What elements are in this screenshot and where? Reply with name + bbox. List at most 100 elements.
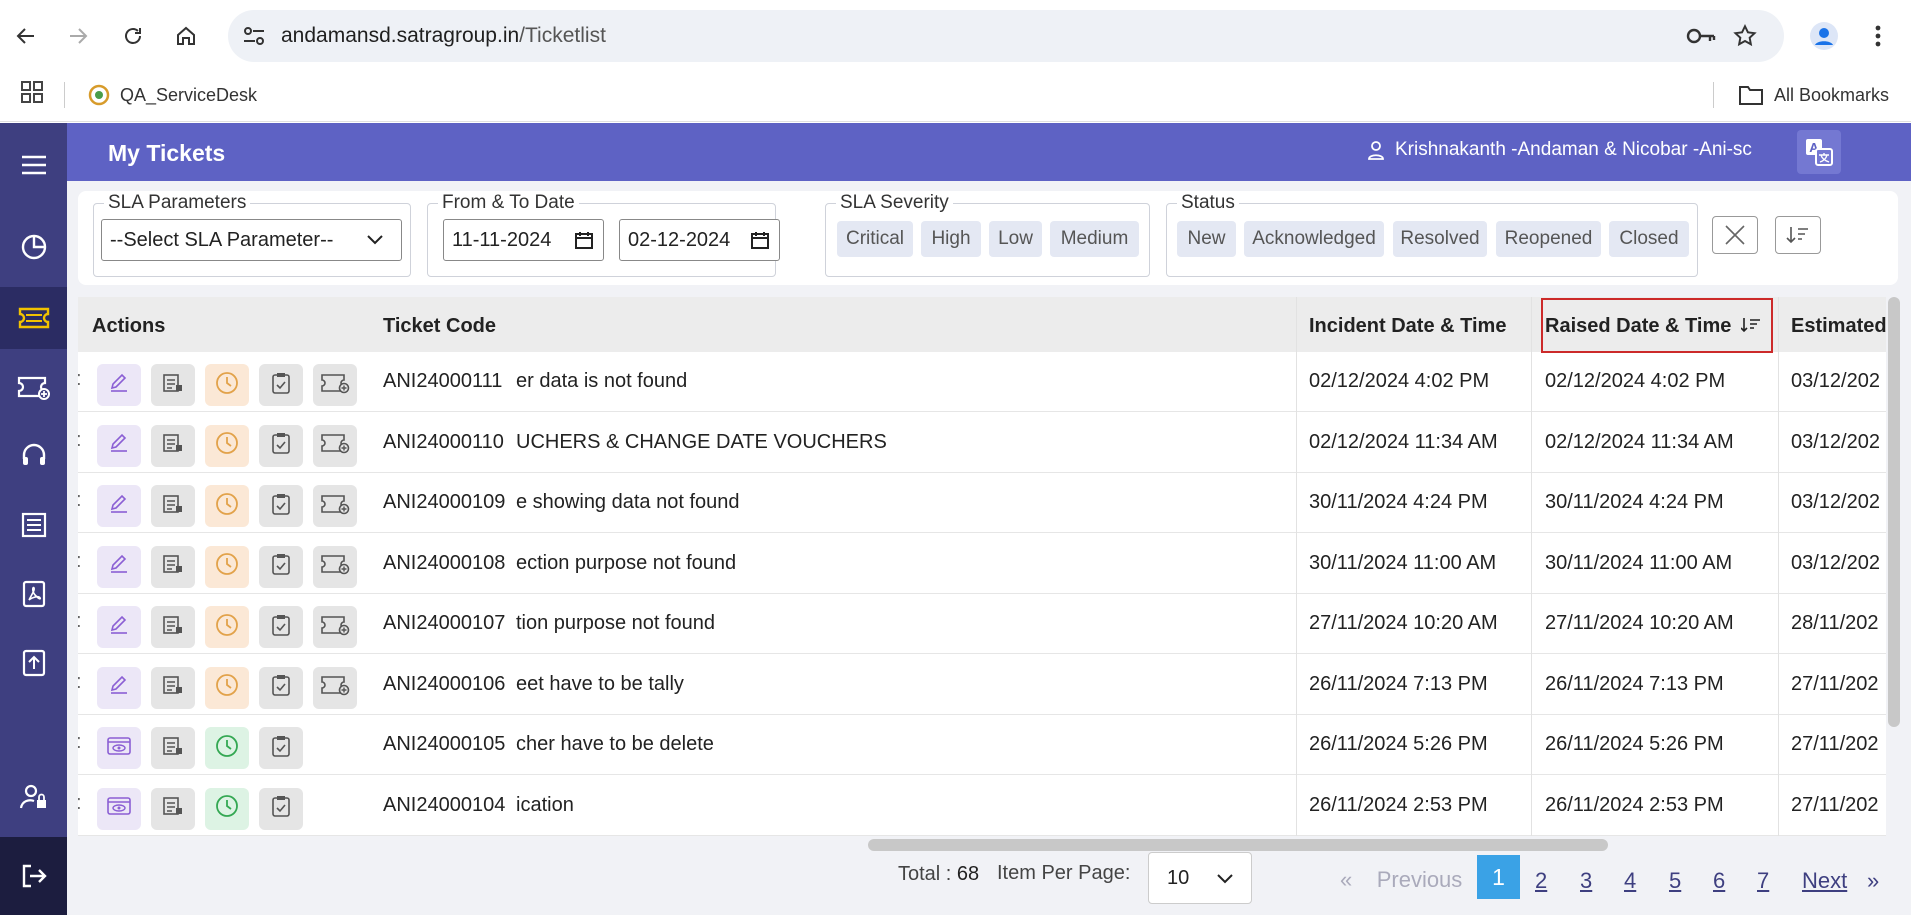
next-page-button[interactable]: Next xyxy=(1802,868,1847,894)
page-7-button[interactable]: 7 xyxy=(1757,868,1769,894)
edit-ticket-button[interactable] xyxy=(97,545,141,588)
user-lock-icon[interactable] xyxy=(0,766,67,828)
support-headset-icon[interactable] xyxy=(0,425,67,487)
sla-history-button[interactable] xyxy=(205,727,249,769)
menu-dots-icon[interactable] xyxy=(1860,18,1896,54)
checklist-button[interactable] xyxy=(259,606,303,648)
checklist-button[interactable] xyxy=(259,666,303,709)
sla-history-button[interactable] xyxy=(205,606,249,648)
ticket-action-button[interactable] xyxy=(313,666,357,709)
sla-history-button[interactable] xyxy=(205,424,249,467)
column-incident-date[interactable]: Incident Date & Time xyxy=(1309,315,1506,338)
all-bookmarks[interactable]: All Bookmarks xyxy=(1738,84,1889,106)
sla-history-button[interactable] xyxy=(205,485,249,527)
page-6-button[interactable]: 6 xyxy=(1713,868,1725,894)
upload-icon[interactable] xyxy=(0,632,67,694)
ticket-details-button[interactable] xyxy=(151,727,195,769)
ticket-action-button[interactable] xyxy=(313,364,357,406)
ticket-code[interactable]: ANI24000104 xyxy=(383,794,505,817)
apps-icon[interactable] xyxy=(20,80,44,109)
severity-chip-low[interactable]: Low xyxy=(989,221,1042,257)
forward-icon[interactable] xyxy=(60,18,96,54)
tickets-icon[interactable] xyxy=(0,287,67,349)
table-row[interactable]: : ANI24000104 ication 26/11/2024 2:53 PM… xyxy=(78,776,1886,836)
items-per-page-select[interactable]: 10 xyxy=(1148,852,1252,904)
table-row[interactable]: : ANI24000109 e showing data not found 3… xyxy=(78,473,1886,533)
ticket-details-button[interactable] xyxy=(151,787,195,830)
status-chip-closed[interactable]: Closed xyxy=(1609,221,1689,257)
status-chip-new[interactable]: New xyxy=(1177,221,1236,257)
page-4-button[interactable]: 4 xyxy=(1624,868,1636,894)
status-chip-reopened[interactable]: Reopened xyxy=(1496,221,1601,257)
page-5-button[interactable]: 5 xyxy=(1669,868,1681,894)
severity-chip-critical[interactable]: Critical xyxy=(837,221,913,257)
logout-icon[interactable] xyxy=(0,837,67,915)
page-2-button[interactable]: 2 xyxy=(1535,868,1547,894)
checklist-button[interactable] xyxy=(259,364,303,406)
report-list-icon[interactable] xyxy=(0,494,67,556)
ticket-action-button[interactable] xyxy=(313,485,357,527)
view-ticket-button[interactable] xyxy=(97,787,141,830)
ticket-details-button[interactable] xyxy=(151,606,195,648)
ticket-details-button[interactable] xyxy=(151,666,195,709)
home-icon[interactable] xyxy=(168,18,204,54)
status-chip-acknowledged[interactable]: Acknowledged xyxy=(1244,221,1384,257)
last-page-glyph[interactable]: » xyxy=(1867,868,1879,894)
clear-filters-button[interactable] xyxy=(1712,216,1758,254)
edit-ticket-button[interactable] xyxy=(97,606,141,648)
key-icon[interactable] xyxy=(1686,25,1716,52)
ticket-code[interactable]: ANI24000108 xyxy=(383,552,505,575)
view-ticket-button[interactable] xyxy=(97,727,141,769)
bookmark-qa-servicedesk[interactable]: QA_ServiceDesk xyxy=(88,84,257,106)
from-date-input[interactable]: 11-11-2024 xyxy=(443,219,604,261)
severity-chip-high[interactable]: High xyxy=(921,221,981,257)
ticket-code[interactable]: ANI24000107 xyxy=(383,612,505,635)
column-ticket-code[interactable]: Ticket Code xyxy=(383,315,496,338)
ticket-action-button[interactable] xyxy=(313,545,357,588)
translate-icon[interactable]: A xyxy=(1797,130,1841,174)
checklist-button[interactable] xyxy=(259,727,303,769)
user-info[interactable]: Krishnakanth -Andaman & Nicobar -Ani-sc xyxy=(1367,139,1752,161)
horizontal-scrollbar[interactable] xyxy=(868,839,1608,851)
back-icon[interactable] xyxy=(8,18,44,54)
ticket-action-button[interactable] xyxy=(313,424,357,467)
sort-button[interactable] xyxy=(1775,216,1821,254)
ticket-code[interactable]: ANI24000105 xyxy=(383,733,505,756)
calendar-icon[interactable] xyxy=(751,231,769,249)
star-icon[interactable] xyxy=(1732,23,1758,54)
checklist-button[interactable] xyxy=(259,485,303,527)
table-row[interactable]: : ANI24000106 eet have to be tally 26/11… xyxy=(78,655,1886,715)
ticket-action-button[interactable] xyxy=(313,606,357,648)
previous-page-button[interactable]: « Previous xyxy=(1340,867,1462,893)
column-estimated[interactable]: Estimated xyxy=(1791,315,1886,338)
edit-ticket-button[interactable] xyxy=(97,485,141,527)
site-settings-icon[interactable] xyxy=(242,25,266,52)
ticket-details-button[interactable] xyxy=(151,364,195,406)
address-bar[interactable]: andamansd.satragroup.in/Ticketlist xyxy=(228,10,1784,62)
vertical-scrollbar[interactable] xyxy=(1888,297,1900,727)
reload-icon[interactable] xyxy=(115,18,151,54)
edit-ticket-button[interactable] xyxy=(97,424,141,467)
table-row[interactable]: : ANI24000111 er data is not found 02/12… xyxy=(78,352,1886,412)
severity-chip-medium[interactable]: Medium xyxy=(1050,221,1139,257)
ticket-details-button[interactable] xyxy=(151,424,195,467)
pdf-document-icon[interactable] xyxy=(0,563,67,625)
to-date-input[interactable]: 02-12-2024 xyxy=(619,219,780,261)
page-1-button[interactable]: 1 xyxy=(1477,855,1520,899)
table-row[interactable]: : ANI24000107 tion purpose not found 27/… xyxy=(78,594,1886,654)
sla-history-button[interactable] xyxy=(205,364,249,406)
sla-history-button[interactable] xyxy=(205,666,249,709)
checklist-button[interactable] xyxy=(259,545,303,588)
sla-parameter-select[interactable]: --Select SLA Parameter-- xyxy=(101,219,402,261)
hamburger-menu-icon[interactable] xyxy=(0,134,67,196)
ticket-code[interactable]: ANI24000111 xyxy=(383,370,502,393)
ticket-details-button[interactable] xyxy=(151,545,195,588)
ticket-code[interactable]: ANI24000110 xyxy=(383,431,504,454)
sla-history-button[interactable] xyxy=(205,787,249,830)
ticket-details-button[interactable] xyxy=(151,485,195,527)
table-row[interactable]: : ANI24000105 cher have to be delete 26/… xyxy=(78,715,1886,775)
checklist-button[interactable] xyxy=(259,787,303,830)
sla-history-button[interactable] xyxy=(205,545,249,588)
table-row[interactable]: : ANI24000108 ection purpose not found 3… xyxy=(78,534,1886,594)
status-chip-resolved[interactable]: Resolved xyxy=(1393,221,1487,257)
